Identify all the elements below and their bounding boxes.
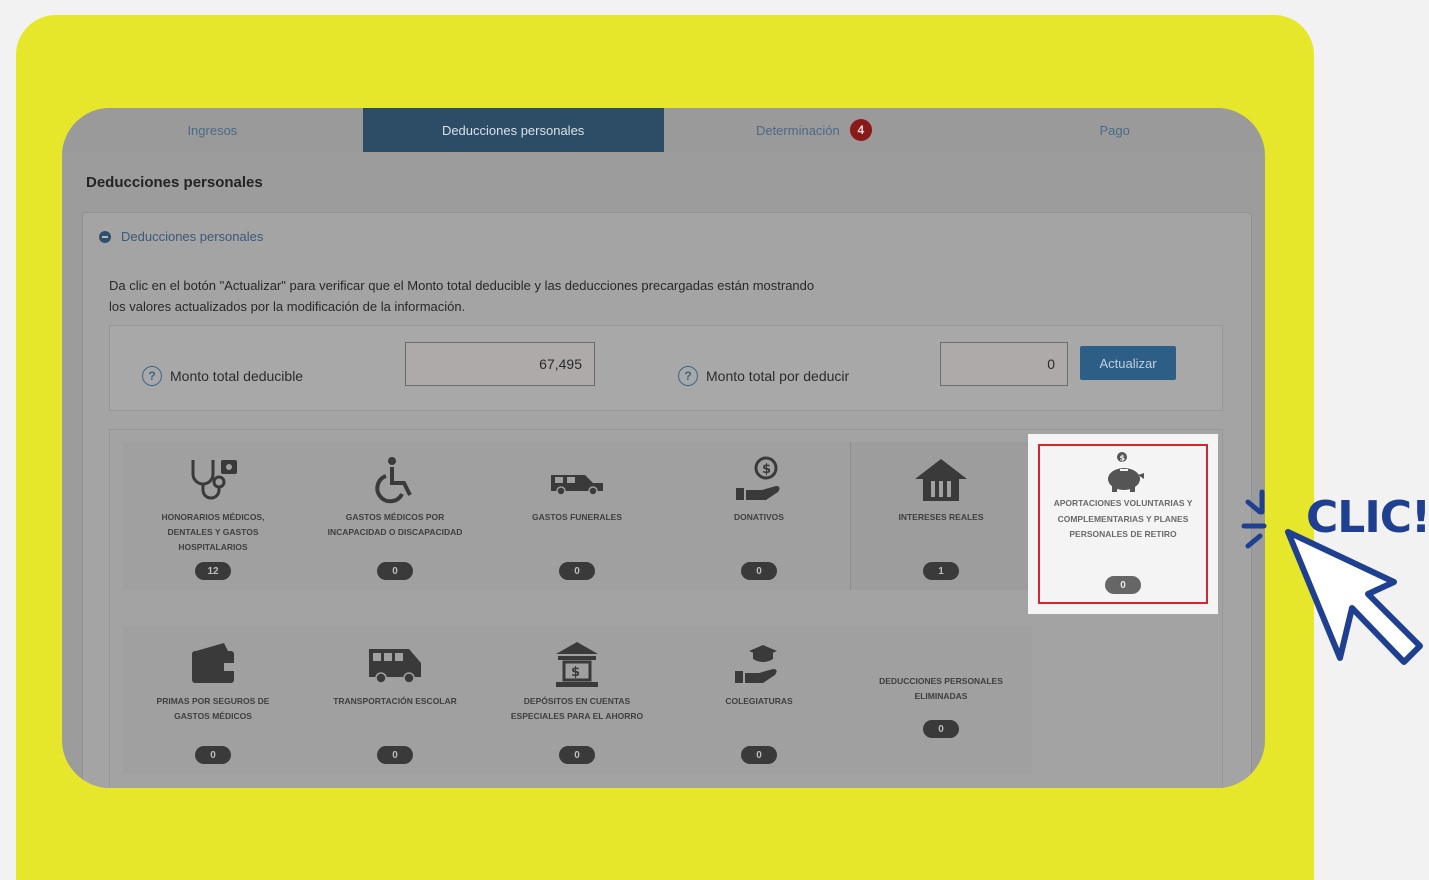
card-gastos-funerales[interactable]: Gastos funerales 0 xyxy=(486,442,668,590)
card-colegiaturas[interactable]: Colegiaturas 0 xyxy=(668,626,850,774)
por-deducir-label: Monto total por deducir xyxy=(706,368,850,384)
card-label: Transportación escolar xyxy=(333,696,457,706)
info-text: Da clic en el botón "Actualizar" para ve… xyxy=(109,275,989,317)
house-icon xyxy=(913,454,969,506)
update-button[interactable]: Actualizar xyxy=(1080,346,1176,380)
card-label: Colegiaturas xyxy=(725,696,793,706)
totals-box: ? Monto total deducible 67,495 ? Monto t… xyxy=(109,325,1223,411)
por-deducir-label-group: ? Monto total por deducir xyxy=(678,366,849,386)
card-deducciones-eliminadas[interactable]: Deducciones personales eliminadas 0 xyxy=(850,626,1032,774)
tab-label: Determinación xyxy=(755,122,840,138)
panel-header-label: Deducciones personales xyxy=(121,229,264,244)
stethoscope-icon xyxy=(185,454,241,506)
por-deducir-field[interactable]: 0 xyxy=(940,342,1068,386)
tab-label: Pago xyxy=(1099,122,1130,138)
help-icon[interactable]: ? xyxy=(142,366,162,386)
count-badge: 1 xyxy=(923,562,959,580)
deducible-field[interactable]: 67,495 xyxy=(405,342,595,386)
piggy-bank-icon: $ xyxy=(1100,450,1146,494)
graduation-hand-icon xyxy=(733,638,785,690)
collapse-icon xyxy=(99,230,111,243)
tab-deducciones-personales[interactable]: Deducciones personales xyxy=(362,108,664,152)
count-badge: 0 xyxy=(559,746,595,764)
page-title: Deducciones personales xyxy=(86,174,263,191)
card-aportaciones-voluntarias[interactable]: $ Aportaciones voluntarias y complementa… xyxy=(1028,434,1218,614)
svg-text:$: $ xyxy=(762,462,771,477)
tab-ingresos[interactable]: Ingresos xyxy=(62,108,363,152)
tab-label: Ingresos xyxy=(187,122,238,138)
count-badge: 0 xyxy=(741,562,777,580)
count-badge: 0 xyxy=(923,720,959,738)
screenshot-window: Ingresos Deducciones personales Determin… xyxy=(62,108,1265,788)
bank-icon: $ xyxy=(552,638,602,690)
card-label: Gastos funerales xyxy=(531,512,623,522)
tab-bar: Ingresos Deducciones personales Determin… xyxy=(62,108,1265,152)
info-line: los valores actualizados por la modifica… xyxy=(109,299,466,314)
count-badge: 0 xyxy=(1105,576,1141,594)
highlight-box: $ Aportaciones voluntarias y complementa… xyxy=(1038,444,1208,604)
deducible-label: Monto total deducible xyxy=(170,368,304,384)
tab-determinacion[interactable]: Determinación 4 xyxy=(664,108,965,152)
card-label: Depósitos en cuentas especiales para el … xyxy=(510,696,644,721)
svg-text:$: $ xyxy=(571,665,580,680)
wheelchair-icon xyxy=(372,454,418,506)
count-badge: 0 xyxy=(741,746,777,764)
card-label: Gastos médicos por incapacidad o discapa… xyxy=(327,512,463,537)
count-badge: 0 xyxy=(377,746,413,764)
card-honorarios-medicos[interactable]: Honorarios médicos, dentales y gastos ho… xyxy=(122,442,304,590)
hearse-icon xyxy=(547,454,607,506)
card-label: Primas por seguros de gastos médicos xyxy=(156,696,270,721)
deducible-label-group: ? Monto total deducible xyxy=(142,366,303,386)
wallet-icon xyxy=(188,638,238,690)
info-line: Da clic en el botón "Actualizar" para ve… xyxy=(109,278,815,293)
count-badge: 0 xyxy=(559,562,595,580)
svg-text:$: $ xyxy=(1120,454,1126,463)
card-depositos-ahorro[interactable]: $ Depósitos en cuentas especiales para e… xyxy=(486,626,668,774)
notification-badge: 4 xyxy=(849,119,872,141)
card-transportacion-escolar[interactable]: Transportación escolar 0 xyxy=(304,626,486,774)
count-badge: 12 xyxy=(195,562,231,580)
help-icon[interactable]: ? xyxy=(678,366,698,386)
card-donativos[interactable]: $ Donativos 0 xyxy=(668,442,850,590)
deductions-panel: Deducciones personales Da clic en el bot… xyxy=(82,212,1252,788)
count-badge: 0 xyxy=(377,562,413,580)
clic-callout: CLIC! xyxy=(1306,492,1429,543)
tab-pago[interactable]: Pago xyxy=(964,108,1265,152)
count-badge: 0 xyxy=(195,746,231,764)
card-label: Intereses reales xyxy=(898,512,984,522)
deduction-cards: Honorarios médicos, dentales y gastos ho… xyxy=(109,429,1223,788)
panel-toggle[interactable]: Deducciones personales xyxy=(99,229,263,244)
card-label: Honorarios médicos, dentales y gastos ho… xyxy=(161,512,265,552)
donation-hand-icon: $ xyxy=(732,454,786,506)
card-primas-seguros[interactable]: Primas por seguros de gastos médicos 0 xyxy=(122,626,304,774)
tab-label: Deducciones personales xyxy=(441,122,585,138)
card-label: Deducciones personales eliminadas xyxy=(879,676,1003,701)
card-gastos-incapacidad[interactable]: Gastos médicos por incapacidad o discapa… xyxy=(304,442,486,590)
card-intereses-reales[interactable]: Intereses reales 1 xyxy=(850,442,1032,590)
card-label: Aportaciones voluntarias y complementari… xyxy=(1053,498,1193,539)
card-label: Donativos xyxy=(734,512,784,522)
school-bus-icon xyxy=(365,638,425,690)
